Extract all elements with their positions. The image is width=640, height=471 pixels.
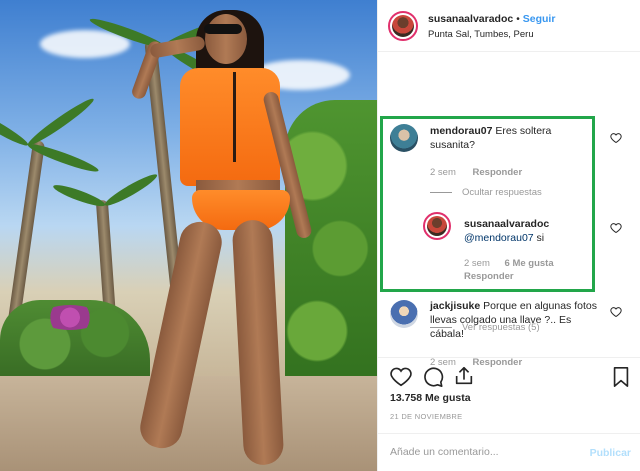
reply-text: si: [533, 232, 545, 244]
bookmark-icon[interactable]: [610, 366, 632, 388]
add-comment-bar: Publicar: [378, 433, 640, 471]
reply-mention[interactable]: @mendorau07: [464, 232, 534, 244]
heart-icon[interactable]: [610, 222, 622, 234]
reply-meta: Responder: [464, 271, 514, 282]
post-actions: 13.758 Me gusta 21 DE NOVIEMBRE Publicar: [378, 357, 640, 471]
avatar[interactable]: [388, 10, 418, 41]
heart-icon[interactable]: [610, 306, 622, 318]
toggle-replies[interactable]: Ocultar respuestas: [430, 187, 542, 198]
divider: [430, 327, 452, 328]
share-icon[interactable]: [453, 365, 475, 387]
comment-username[interactable]: jackjisuke: [430, 300, 480, 312]
reply-button[interactable]: Responder: [464, 271, 514, 282]
commenter-avatar[interactable]: [390, 124, 418, 152]
necklace: [233, 72, 236, 162]
reply-avatar[interactable]: [423, 212, 451, 240]
comment-body: jackjisuke Porque en algunas fotos lleva…: [430, 299, 602, 341]
orange-top: [180, 68, 280, 186]
comment-bubble-icon[interactable]: [422, 366, 444, 388]
palm-frond: [0, 105, 31, 150]
post-author: susanaalvaradoc • Seguir Punta Sal, Tumbes…: [428, 10, 555, 42]
reply-time: 2 sem: [464, 258, 490, 269]
like-heart-icon[interactable]: [390, 366, 412, 388]
comment-time: 2 sem: [430, 167, 456, 178]
reply-button[interactable]: Responder: [473, 167, 523, 178]
separator: •: [516, 13, 520, 25]
comments-list[interactable]: mendorau07 Eres soltera susanita?⁣ 2 sem…: [378, 52, 640, 368]
reply-meta: 2 sem 6 Me gusta: [464, 258, 554, 269]
post-header: susanaalvaradoc • Seguir Punta Sal, Tumbes…: [378, 0, 640, 52]
post-photo[interactable]: [0, 0, 377, 471]
author-username[interactable]: susanaalvaradoc: [428, 13, 513, 25]
divider: [430, 192, 452, 193]
comment-body: mendorau07 Eres soltera susanita?⁣: [430, 124, 580, 152]
post-location[interactable]: Punta Sal, Tumbes, Peru: [428, 27, 555, 42]
heart-icon[interactable]: [610, 132, 622, 144]
reply-body: susanaalvaradoc @mendorau07 si: [464, 217, 594, 245]
comment-username[interactable]: mendorau07: [430, 125, 492, 137]
post-date[interactable]: 21 DE NOVIEMBRE: [390, 412, 462, 421]
palm-frond: [102, 170, 160, 210]
toggle-replies-label[interactable]: Ver respuestas (5): [462, 322, 540, 333]
comment-meta: 2 sem Responder: [430, 167, 522, 178]
sunglasses: [204, 24, 242, 34]
commenter-avatar[interactable]: [390, 300, 418, 328]
palm-frond: [25, 95, 97, 150]
reply-username[interactable]: susanaalvaradoc: [464, 217, 594, 231]
post-sidebar: susanaalvaradoc • Seguir Punta Sal, Tumbes…: [377, 0, 640, 471]
face: [205, 14, 247, 64]
comment-input[interactable]: [390, 446, 580, 458]
toggle-replies-label[interactable]: Ocultar respuestas: [462, 187, 542, 198]
publish-button[interactable]: Publicar: [590, 447, 631, 459]
flowers: [40, 305, 100, 330]
palm-frond: [51, 181, 107, 210]
toggle-replies[interactable]: Ver respuestas (5): [430, 322, 540, 333]
likes-count[interactable]: 13.758 Me gusta: [390, 392, 471, 404]
follow-button[interactable]: Seguir: [523, 13, 556, 25]
reply-likes[interactable]: 6 Me gusta: [505, 258, 554, 269]
